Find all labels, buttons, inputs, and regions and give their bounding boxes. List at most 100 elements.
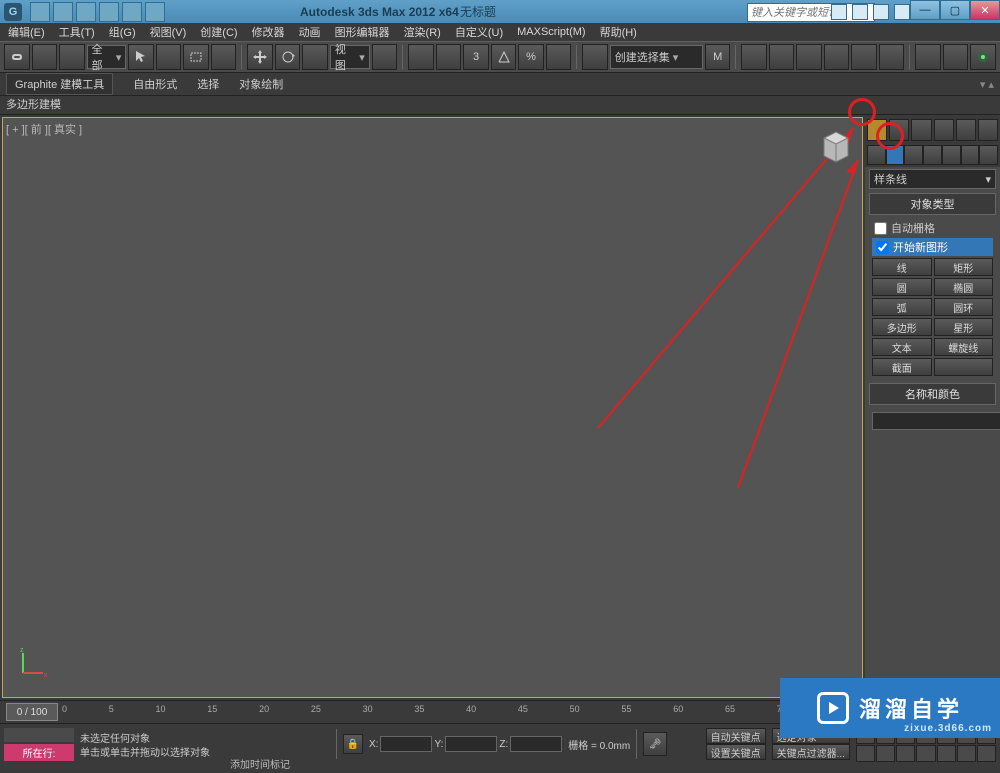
- menu-animation[interactable]: 动画: [299, 24, 321, 40]
- autogrid-checkbox[interactable]: 自动栅格: [872, 220, 993, 236]
- menu-edit[interactable]: 编辑(E): [8, 24, 45, 40]
- qat-link-icon[interactable]: [145, 2, 165, 22]
- geometry-category-icon[interactable]: [867, 145, 886, 165]
- app-logo-icon[interactable]: G: [4, 3, 22, 21]
- zoom-extents-icon[interactable]: [937, 745, 956, 763]
- create-rectangle-button[interactable]: 矩形: [934, 258, 994, 276]
- layer-manager-icon[interactable]: [769, 44, 795, 70]
- coord-z-input[interactable]: [510, 736, 562, 752]
- pan-view-icon[interactable]: [856, 745, 875, 763]
- menu-help[interactable]: 帮助(H): [600, 24, 637, 40]
- align-icon[interactable]: [741, 44, 767, 70]
- link-icon[interactable]: [4, 44, 30, 70]
- ribbon-tab-selection[interactable]: 选择: [197, 76, 219, 92]
- menu-modifiers[interactable]: 修改器: [252, 24, 285, 40]
- systems-category-icon[interactable]: [979, 145, 998, 165]
- menu-render[interactable]: 渲染(R): [404, 24, 441, 40]
- keyboard-shortcut-icon[interactable]: [436, 44, 462, 70]
- rendered-frame-icon[interactable]: [943, 44, 969, 70]
- selection-set-dropdown[interactable]: 创建选择集: [610, 45, 703, 69]
- helpers-category-icon[interactable]: [942, 145, 961, 165]
- qat-new-icon[interactable]: [30, 2, 50, 22]
- motion-tab-icon[interactable]: [934, 119, 954, 141]
- window-maximize-button[interactable]: ▢: [940, 0, 970, 20]
- key-mode-icon[interactable]: 🗝: [643, 732, 667, 756]
- menu-view[interactable]: 视图(V): [150, 24, 187, 40]
- select-scale-icon[interactable]: [302, 44, 328, 70]
- menu-create[interactable]: 创建(C): [200, 24, 237, 40]
- create-arc-button[interactable]: 弧: [872, 298, 932, 316]
- help-icon[interactable]: [894, 4, 910, 20]
- menu-group[interactable]: 组(G): [109, 24, 136, 40]
- display-tab-icon[interactable]: [956, 119, 976, 141]
- angle-snap-icon[interactable]: [491, 44, 517, 70]
- curve-editor-icon[interactable]: [824, 44, 850, 70]
- coord-y-input[interactable]: [445, 736, 497, 752]
- add-time-tag-label[interactable]: 添加时间标记: [230, 756, 290, 771]
- maxscript-mini-listener[interactable]: [4, 728, 74, 742]
- zoom-all-icon[interactable]: [896, 745, 915, 763]
- qat-redo-icon[interactable]: [122, 2, 142, 22]
- time-slider-handle[interactable]: 0 / 100: [6, 703, 58, 721]
- window-close-button[interactable]: ✕: [970, 0, 1000, 20]
- create-section-button[interactable]: 截面: [872, 358, 932, 376]
- ribbon-panel-polymodel[interactable]: 多边形建模: [6, 99, 61, 111]
- ribbon-tab-graphite[interactable]: Graphite 建模工具: [6, 73, 113, 95]
- select-by-name-icon[interactable]: [156, 44, 182, 70]
- ribbon-tab-freeform[interactable]: 自由形式: [133, 76, 177, 92]
- qat-open-icon[interactable]: [53, 2, 73, 22]
- orbit-icon[interactable]: [957, 745, 976, 763]
- menu-grapheditors[interactable]: 图形编辑器: [335, 24, 390, 40]
- active-viewport[interactable]: [ + ][ 前 ][ 真实 ] zx: [2, 117, 863, 698]
- coord-x-input[interactable]: [380, 736, 432, 752]
- utilities-tab-icon[interactable]: [978, 119, 998, 141]
- reference-coord-dropdown[interactable]: 视图: [330, 45, 370, 69]
- lights-category-icon[interactable]: [904, 145, 923, 165]
- subscription-icon[interactable]: [831, 4, 847, 20]
- field-of-view-icon[interactable]: [916, 745, 935, 763]
- create-star-button[interactable]: 星形: [934, 318, 994, 336]
- viewport-label[interactable]: [ + ][ 前 ][ 真实 ]: [6, 121, 82, 137]
- rectangular-region-icon[interactable]: [183, 44, 209, 70]
- material-editor-icon[interactable]: [879, 44, 905, 70]
- favorites-icon[interactable]: [873, 4, 889, 20]
- spacewarps-category-icon[interactable]: [961, 145, 980, 165]
- percent-snap-icon[interactable]: %: [518, 44, 544, 70]
- cameras-category-icon[interactable]: [923, 145, 942, 165]
- menu-customize[interactable]: 自定义(U): [455, 24, 503, 40]
- create-donut-button[interactable]: 圆环: [934, 298, 994, 316]
- window-crossing-icon[interactable]: [211, 44, 237, 70]
- select-move-icon[interactable]: [247, 44, 273, 70]
- snap-toggle-icon[interactable]: 3: [463, 44, 489, 70]
- use-pivot-center-icon[interactable]: [372, 44, 398, 70]
- start-new-shape-checkbox[interactable]: 开始新图形: [872, 238, 993, 256]
- render-production-icon[interactable]: [970, 44, 996, 70]
- spinner-snap-icon[interactable]: [546, 44, 572, 70]
- shapes-category-icon[interactable]: [886, 145, 905, 165]
- communication-icon[interactable]: [852, 4, 868, 20]
- viewcube-icon[interactable]: [816, 124, 856, 169]
- selection-filter-dropdown[interactable]: 全部: [87, 45, 127, 69]
- create-circle-button[interactable]: 圆: [872, 278, 932, 296]
- create-line-button[interactable]: 线: [872, 258, 932, 276]
- window-minimize-button[interactable]: —: [910, 0, 940, 20]
- modify-tab-icon[interactable]: [889, 119, 909, 141]
- key-filters-button[interactable]: 关键点过滤器...: [772, 744, 850, 760]
- qat-undo-icon[interactable]: [99, 2, 119, 22]
- create-text-button[interactable]: 文本: [872, 338, 932, 356]
- name-color-header[interactable]: 名称和颜色: [869, 383, 996, 405]
- select-rotate-icon[interactable]: [275, 44, 301, 70]
- create-helix-button[interactable]: 螺旋线: [934, 338, 994, 356]
- mirror-icon[interactable]: M: [705, 44, 731, 70]
- menu-tools[interactable]: 工具(T): [59, 24, 95, 40]
- named-selection-sets-icon[interactable]: [582, 44, 608, 70]
- unlink-icon[interactable]: [32, 44, 58, 70]
- create-subcategory-dropdown[interactable]: 样条线▾: [869, 169, 996, 189]
- object-name-input[interactable]: [872, 412, 1000, 430]
- select-manipulate-icon[interactable]: [408, 44, 434, 70]
- object-type-header[interactable]: 对象类型: [869, 193, 996, 215]
- graphite-toggle-icon[interactable]: [796, 44, 822, 70]
- create-ngon-button[interactable]: 多边形: [872, 318, 932, 336]
- render-setup-icon[interactable]: [915, 44, 941, 70]
- create-ellipse-button[interactable]: 椭圆: [934, 278, 994, 296]
